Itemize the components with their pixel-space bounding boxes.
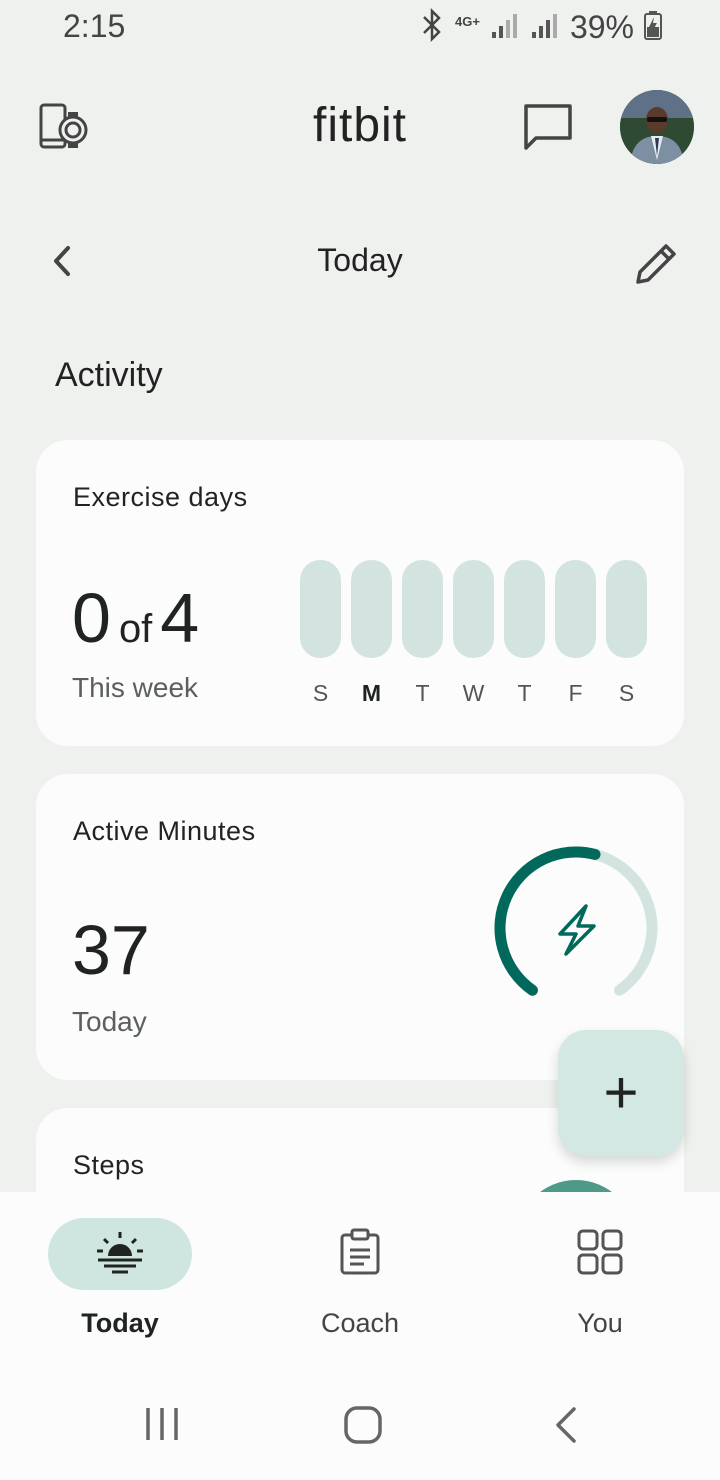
day-bar [402,560,443,658]
nav-item-coach[interactable]: Coach [240,1218,480,1339]
day-column: S [300,560,341,707]
bluetooth-icon [419,7,445,47]
exercise-days-count: 0 [72,579,111,657]
nav-pill [48,1218,192,1290]
exercise-days-goal: 4 [160,579,200,657]
date-navigation: Today [0,230,720,294]
grid-icon [576,1228,624,1281]
day-letter: S [312,680,329,706]
day-letter: T [415,680,430,706]
active-minutes-value: 37 [72,911,150,989]
recent-apps-icon[interactable] [144,1406,180,1447]
nav-item-today[interactable]: Today [0,1218,240,1339]
clipboard-icon [338,1228,382,1281]
nav-item-you[interactable]: You [480,1218,720,1339]
exercise-days-of: of [118,607,153,651]
nav-pill [528,1218,672,1290]
active-minutes-ring [486,838,666,1023]
network-type-icon: 4G+ [455,14,480,29]
day-bar [504,560,545,658]
home-icon[interactable] [343,1406,383,1449]
nav-label: Today [81,1308,159,1338]
exercise-days-value: 0 of 4 [72,578,199,658]
day-letter: F [568,680,583,706]
nav-label: Coach [320,1308,400,1338]
day-column: F [555,560,596,707]
chat-icon[interactable] [522,102,574,157]
system-back-icon[interactable] [552,1406,580,1449]
day-letter: S [618,680,635,706]
signal-icon [490,10,520,45]
active-minutes-subtitle: Today [72,1006,147,1037]
app-title: fitbit [312,99,408,152]
nav-pill [288,1218,432,1290]
system-navigation-bar [0,1372,720,1480]
avatar[interactable] [620,90,694,164]
day-column: T [504,560,545,707]
app-header: fitbit [0,80,720,176]
day-column: W [453,560,494,707]
status-bar: 2:15 4G+ 39% [0,0,720,56]
day-bar [300,560,341,658]
exercise-days-card[interactable]: Exercise days 0 of 4 This week S M T W T… [36,440,684,746]
sunrise-icon [94,1230,146,1279]
day-letter: T [517,680,532,706]
plus-icon: + [603,1059,639,1126]
day-bar [351,560,392,658]
date-label[interactable]: Today [0,242,720,279]
day-letter: M [361,680,382,706]
nav-label: You [577,1308,623,1338]
day-letter: W [462,680,485,706]
day-column: T [402,560,443,707]
status-time: 2:15 [63,8,126,44]
activity-section-title: Activity [55,356,163,394]
lightning-icon [558,904,596,956]
card-title: Steps [73,1150,145,1180]
bottom-navigation: Today Coach You [0,1192,720,1372]
add-button[interactable]: + [558,1030,684,1156]
week-day-bars: S M T W T F S [300,560,647,707]
day-bar [606,560,647,658]
day-column: S [606,560,647,707]
card-title: Active Minutes [73,816,256,846]
battery-charging-icon [644,10,662,45]
day-bar [555,560,596,658]
day-bar [453,560,494,658]
card-title: Exercise days [73,482,248,512]
battery-percent: 39% [569,9,634,45]
status-icons: 4G+ 39% [419,7,662,47]
edit-pencil-icon[interactable] [630,238,682,295]
day-column: M [351,560,392,707]
signal-icon-2 [530,10,560,45]
exercise-days-subtitle: This week [72,672,199,703]
